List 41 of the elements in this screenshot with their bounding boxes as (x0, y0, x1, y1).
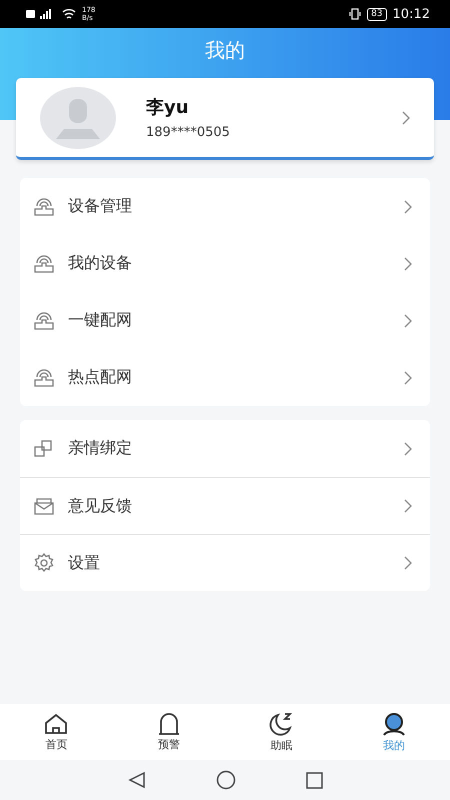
menu-item[interactable]: 设置 (20, 534, 430, 591)
router-icon (34, 254, 54, 272)
chevron-icon (404, 200, 412, 214)
back-icon[interactable] (128, 771, 146, 789)
mail-icon (34, 497, 54, 515)
menu-item[interactable]: 热点配网 (20, 349, 430, 406)
recents-icon[interactable] (306, 772, 322, 788)
menu-item[interactable]: 亲情绑定 (20, 420, 430, 477)
chevron-icon (404, 370, 412, 384)
router-icon (34, 368, 54, 386)
squares-icon (34, 440, 54, 458)
chevron-icon (404, 499, 412, 513)
menu-item[interactable]: 我的设备 (20, 235, 430, 292)
arch-icon (158, 712, 180, 734)
router-icon (34, 312, 54, 330)
chevron-icon (404, 256, 412, 270)
menu-item[interactable]: 意见反馈 (20, 477, 430, 534)
menu-item[interactable]: 设备管理 (20, 178, 430, 235)
chevron-icon (404, 556, 412, 570)
battery-level: 83 (367, 8, 387, 20)
page-title: 我的 (205, 36, 245, 64)
chevron-icon (402, 110, 410, 124)
profile-card[interactable]: 李yu 189****0505 (16, 78, 434, 160)
router-icon (34, 198, 54, 216)
home-icon (44, 712, 68, 734)
chevron-icon (404, 314, 412, 328)
clock: 10:12 (392, 6, 430, 22)
chevron-icon (404, 442, 412, 456)
wifi-icon (62, 8, 76, 20)
avatar-icon (40, 86, 116, 148)
menu-item[interactable]: 一键配网 (20, 292, 430, 349)
tab[interactable]: 预警 (112, 704, 225, 760)
vibrate-icon (349, 8, 362, 20)
user-name: 李yu (146, 96, 190, 119)
user-phone: 189****0505 (146, 125, 231, 140)
moon-icon (268, 712, 294, 736)
tab[interactable]: 首页 (0, 704, 112, 760)
profile-icon (380, 712, 407, 736)
tab[interactable]: 助眠 (225, 704, 338, 760)
home-button-icon[interactable] (216, 770, 236, 790)
settings-icon (34, 553, 54, 573)
